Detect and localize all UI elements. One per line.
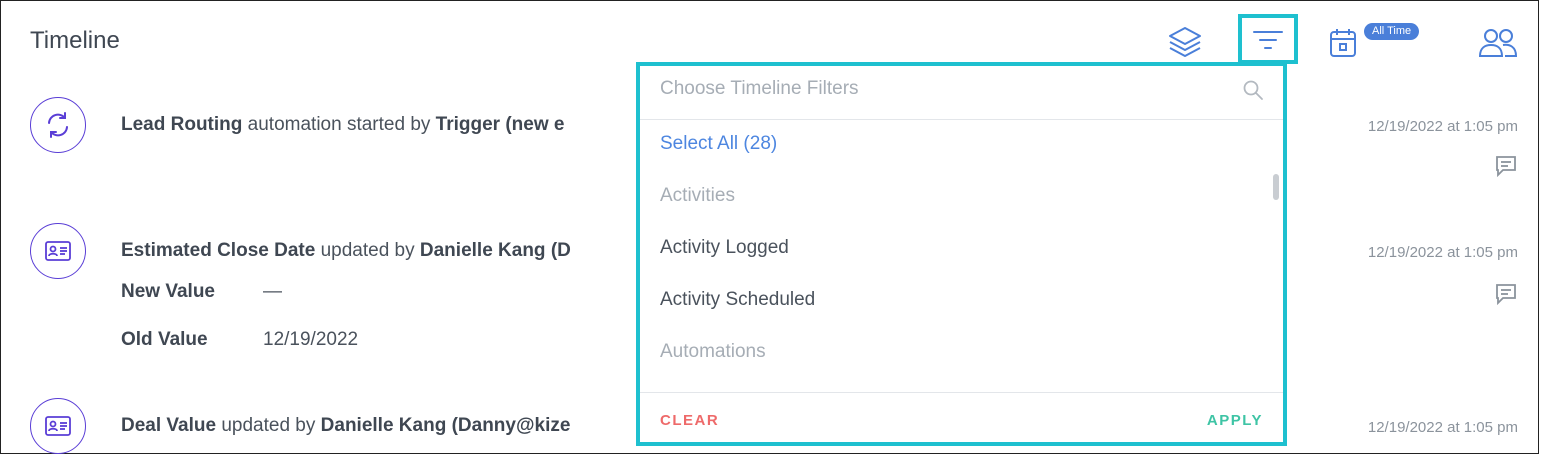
- new-value-label: New Value: [121, 281, 215, 302]
- filter-options-list: Select All (28) Activities Activity Logg…: [640, 120, 1283, 392]
- layers-icon[interactable]: [1166, 24, 1204, 60]
- filter-icon[interactable]: [1248, 24, 1288, 56]
- filter-group-activities[interactable]: Activities: [660, 185, 735, 207]
- comment-icon[interactable]: [1494, 282, 1518, 311]
- old-value: 12/19/2022: [263, 329, 359, 350]
- filter-list-scrollbar[interactable]: [1273, 174, 1279, 200]
- search-icon: [1242, 79, 1264, 106]
- filter-group-automations[interactable]: Automations: [660, 341, 766, 363]
- timeline-entry-date: 12/19/2022 at 1:05 pm: [1367, 118, 1518, 135]
- new-value: —: [263, 281, 282, 302]
- select-all-option[interactable]: Select All (28): [660, 133, 777, 155]
- timeline-entry-text: Lead Routing automation started by Trigg…: [121, 114, 565, 135]
- timeline-entry-text: Deal Value updated by Danielle Kang (Dan…: [121, 415, 571, 436]
- calendar-icon[interactable]: [1326, 26, 1360, 60]
- filter-search-placeholder: Choose Timeline Filters: [660, 78, 859, 99]
- old-value-label: Old Value: [121, 329, 208, 350]
- timeline-entry-text: Estimated Close Date updated by Danielle…: [121, 240, 571, 261]
- timeline-filter-dropdown: Choose Timeline Filters Select All (28) …: [636, 62, 1287, 446]
- timeline-entry-date: 12/19/2022 at 1:05 pm: [1367, 244, 1518, 261]
- timeline-entry-date: 12/19/2022 at 1:05 pm: [1367, 419, 1518, 436]
- id-card-icon: [30, 223, 86, 279]
- filter-option-activity-scheduled[interactable]: Activity Scheduled: [660, 289, 815, 311]
- date-range-badge[interactable]: All Time: [1364, 23, 1420, 40]
- clear-button[interactable]: CLEAR: [660, 412, 719, 429]
- comment-icon[interactable]: [1494, 154, 1518, 183]
- users-icon[interactable]: [1476, 26, 1520, 60]
- filter-search-field[interactable]: Choose Timeline Filters: [640, 66, 1283, 120]
- id-card-icon: [30, 398, 86, 454]
- filter-option-activity-logged[interactable]: Activity Logged: [660, 237, 789, 259]
- apply-button[interactable]: APPLY: [1207, 412, 1263, 429]
- sync-icon: [30, 97, 86, 153]
- page-title: Timeline: [30, 27, 120, 54]
- filter-footer: CLEAR APPLY: [640, 392, 1283, 443]
